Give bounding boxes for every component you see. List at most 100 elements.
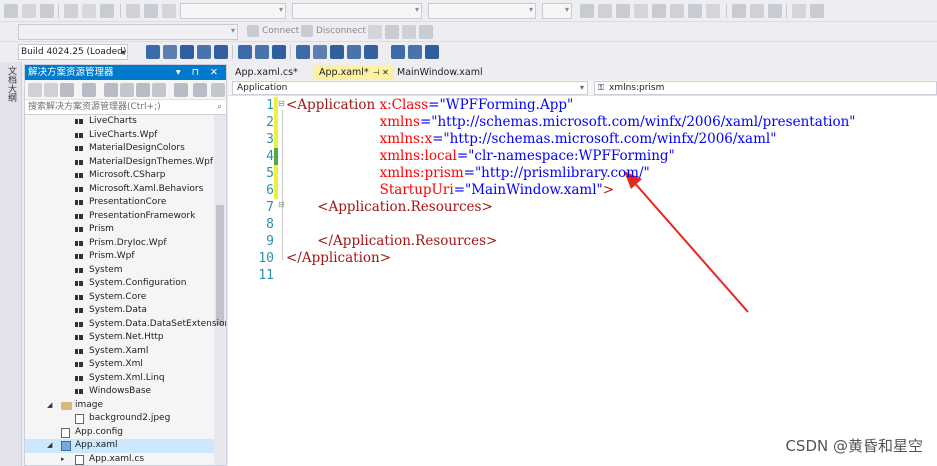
toolbar-icon-42[interactable] xyxy=(425,45,439,59)
reference-item[interactable]: System.Data xyxy=(25,304,214,318)
toolbar-icon-40[interactable] xyxy=(391,45,405,59)
reference-item[interactable]: System.Configuration xyxy=(25,277,214,291)
document-outline-strip[interactable]: 文档大纲 xyxy=(0,62,22,466)
toolbar-icon-20[interactable] xyxy=(768,4,782,18)
collapse-toggle-resources-icon[interactable]: ⊟ xyxy=(278,200,287,209)
toolbar-combo-d[interactable]: ▾ xyxy=(542,3,572,19)
code-line[interactable]: xmlns:x="http://schemas.microsoft.com/wi… xyxy=(380,131,777,148)
toolbar-icon-38[interactable] xyxy=(347,45,361,59)
toolbar-icon-34[interactable] xyxy=(272,45,286,59)
code-line[interactable]: <Application.Resources> xyxy=(317,199,493,216)
folder-image[interactable]: ◢ image xyxy=(25,399,214,413)
refresh-icon[interactable] xyxy=(120,83,134,97)
back-icon[interactable] xyxy=(28,83,42,97)
collapse-all-icon[interactable] xyxy=(136,83,150,97)
toolbar-icon-17[interactable] xyxy=(706,4,720,18)
reference-item[interactable]: System.Data.DataSetExtensions xyxy=(25,318,226,332)
toolbar-icon-19[interactable] xyxy=(750,4,764,18)
file-app-xaml-cs[interactable]: ▸ App.xaml.cs xyxy=(25,453,214,466)
toolbar-icon-23[interactable] xyxy=(368,25,382,39)
reference-item[interactable]: MaterialDesignThemes.Wpf xyxy=(25,156,214,170)
toolbar-icon-6[interactable] xyxy=(100,4,114,18)
code-line[interactable]: xmlns:local="clr-namespace:WPFForming" xyxy=(380,148,675,165)
toolbar-icon-30[interactable] xyxy=(197,45,211,59)
disconnect-icon[interactable] xyxy=(301,25,313,37)
reference-item[interactable]: Microsoft.CSharp xyxy=(25,169,214,183)
connect-icon[interactable] xyxy=(247,25,259,37)
code-line[interactable]: xmlns="http://schemas.microsoft.com/winf… xyxy=(380,114,856,131)
toolbar-icon-27[interactable] xyxy=(146,45,160,59)
toolbar-icon-33[interactable] xyxy=(255,45,269,59)
toolbar-icon-8[interactable] xyxy=(144,4,158,18)
reference-item[interactable]: MaterialDesignColors xyxy=(25,142,214,156)
toolbar-combo-a[interactable]: ▾ xyxy=(180,3,286,19)
toolbar-icon-16[interactable] xyxy=(688,4,702,18)
reference-item[interactable]: System.Xml.Linq xyxy=(25,372,214,386)
toolbar-icon-24[interactable] xyxy=(385,25,399,39)
toolbar-icon-7[interactable] xyxy=(126,4,140,18)
toolbar-icon-5[interactable] xyxy=(82,4,96,18)
tab-mainwindow-xaml[interactable]: MainWindow.xaml xyxy=(392,65,488,80)
reference-item[interactable]: WindowsBase xyxy=(25,385,214,399)
code-line[interactable]: xmlns:prism="http://prismlibrary.com/" xyxy=(380,165,650,182)
toolbar-icon-36[interactable] xyxy=(313,45,327,59)
connect-button[interactable]: Connect xyxy=(262,26,299,36)
code-editor[interactable]: 1 2 3 4 5 6 7 8 9 10 11 ⊟ ⊟ CSDN @黄昏和星空 <Applicati… xyxy=(228,96,937,466)
solution-explorer-title-bar[interactable]: 解决方案资源管理器 ▾ ⊓ ✕ xyxy=(25,65,226,80)
toolbar-icon-10[interactable] xyxy=(580,4,594,18)
toolbar-icon-9[interactable] xyxy=(162,4,176,18)
toolbar-icon-41[interactable] xyxy=(408,45,422,59)
toolbar-icon-1[interactable] xyxy=(4,4,18,18)
toolbar-icon-25[interactable] xyxy=(402,25,416,39)
tab-app-xaml-cs[interactable]: App.xaml.cs* xyxy=(230,65,303,80)
toolbar-icon-22[interactable] xyxy=(810,4,824,18)
tree-scrollbar-thumb[interactable] xyxy=(216,205,224,325)
toolbar-icon-11[interactable] xyxy=(598,4,612,18)
toolbar-combo-c[interactable]: ▾ xyxy=(428,3,536,19)
reference-item[interactable]: PresentationFramework xyxy=(25,210,214,224)
code-line[interactable]: </Application> xyxy=(286,250,391,267)
tab-pin-close-icon[interactable]: ⊣ ✕ xyxy=(373,68,389,77)
solution-explorer-window-buttons[interactable]: ▾ ⊓ ✕ xyxy=(176,65,222,80)
minus-icon[interactable] xyxy=(211,83,225,97)
toolbar-icon-15[interactable] xyxy=(670,4,684,18)
tab-app-xaml[interactable]: App.xaml* ⊣ ✕ xyxy=(314,65,394,80)
build-combo[interactable]: Build 4024.25 (Loaded) ▾ xyxy=(18,44,128,60)
toolbar-icon-2[interactable] xyxy=(22,4,36,18)
reference-item[interactable]: LiveCharts.Wpf xyxy=(25,129,214,143)
reference-item[interactable]: LiveCharts xyxy=(25,115,214,129)
toolbar-icon-21[interactable] xyxy=(792,4,806,18)
tree-scrollbar[interactable] xyxy=(214,115,226,465)
toolbar-icon-14[interactable] xyxy=(652,4,666,18)
file-background-jpeg[interactable]: background2.jpeg xyxy=(25,412,214,426)
toolbar-icon-12[interactable] xyxy=(616,4,630,18)
toolbar-icon-29[interactable] xyxy=(180,45,194,59)
reference-item[interactable]: System.Core xyxy=(25,291,214,305)
element-combo[interactable]: Application ▾ xyxy=(232,81,588,95)
toolbar-icon-31[interactable] xyxy=(214,45,228,59)
reference-item[interactable]: System.Xml xyxy=(25,358,214,372)
code-line[interactable]: StartupUri="MainWindow.xaml"> xyxy=(380,182,614,199)
file-app-xaml[interactable]: ◢ App.xaml xyxy=(25,439,214,453)
sync-icon[interactable] xyxy=(104,83,118,97)
reference-item[interactable]: PresentationCore xyxy=(25,196,214,210)
toolbar-icon-32[interactable] xyxy=(238,45,252,59)
toolbar-icon-37[interactable] xyxy=(330,45,344,59)
toolbar-icon-13[interactable] xyxy=(634,4,648,18)
file-app-config[interactable]: App.config xyxy=(25,426,214,440)
toolbar-icon-26[interactable] xyxy=(419,25,433,39)
code-line[interactable]: <Application x:Class="WPFForming.App" xyxy=(286,97,573,114)
toolbar-icon-35[interactable] xyxy=(296,45,310,59)
attribute-combo[interactable]: ⚿ xmlns:prism xyxy=(594,81,937,95)
toolbar-icon-18[interactable] xyxy=(732,4,746,18)
toolbar-icon-4[interactable] xyxy=(64,4,78,18)
forward-icon[interactable] xyxy=(44,83,58,97)
reference-item[interactable]: Prism.Wpf xyxy=(25,250,214,264)
toolbar-icon-3[interactable] xyxy=(40,4,54,18)
expand-arrow-icon[interactable]: ▸ xyxy=(61,453,65,466)
disconnect-button[interactable]: Disconnect xyxy=(316,26,366,36)
reference-item[interactable]: System.Net.Http xyxy=(25,331,214,345)
expand-arrow-icon[interactable]: ◢ xyxy=(47,439,52,453)
properties-icon[interactable] xyxy=(193,83,207,97)
reference-item[interactable]: System.Xaml xyxy=(25,345,214,359)
